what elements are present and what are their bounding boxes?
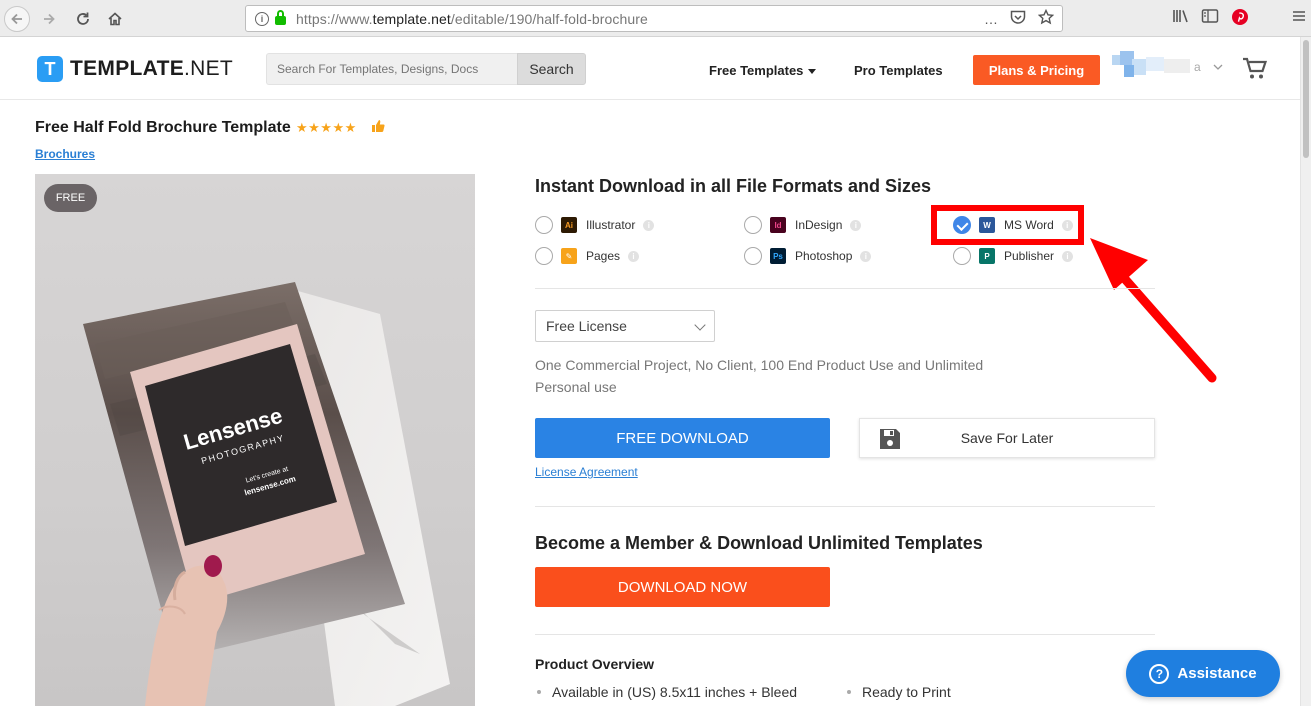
format-label: Publisher bbox=[1004, 249, 1055, 263]
download-now-button[interactable]: DOWNLOAD NOW bbox=[535, 567, 830, 607]
format-radio[interactable] bbox=[535, 216, 553, 234]
instant-download-heading: Instant Download in all File Formats and… bbox=[535, 176, 932, 196]
illustrator-icon: Ai bbox=[561, 217, 577, 233]
brochure-mockup-illustration: Lensense PHOTOGRAPHY Let's create at len… bbox=[83, 282, 450, 706]
info-icon[interactable]: i bbox=[1062, 250, 1074, 262]
license-selected-value: Free License bbox=[546, 318, 627, 334]
shopping-cart-icon[interactable] bbox=[1242, 57, 1268, 81]
format-option-illustrator[interactable]: Ai Illustrator i bbox=[535, 216, 655, 234]
user-account-menu[interactable]: a bbox=[1112, 51, 1204, 81]
search-button[interactable]: Search bbox=[517, 53, 586, 85]
divider bbox=[535, 506, 1155, 507]
assistance-button[interactable]: ? Assistance bbox=[1126, 650, 1280, 697]
divider bbox=[535, 634, 1155, 635]
logo-mark-icon: T bbox=[37, 56, 63, 82]
address-bar[interactable]: i https://www.template.net/editable/190/… bbox=[245, 5, 1063, 32]
url-text: https://www.template.net/editable/190/ha… bbox=[296, 10, 648, 27]
product-title: Free Half Fold Brochure Template bbox=[35, 119, 291, 136]
ms-word-highlight-annotation bbox=[931, 205, 1084, 245]
rating-stars: ★★★★★ bbox=[296, 120, 357, 135]
format-option-publisher[interactable]: P Publisher i bbox=[953, 247, 1074, 265]
assistance-label: Assistance bbox=[1177, 665, 1257, 682]
user-name: a bbox=[1194, 60, 1201, 74]
pages-icon: ✎ bbox=[561, 248, 577, 264]
site-info-icon[interactable]: i bbox=[255, 11, 269, 26]
home-icon[interactable] bbox=[102, 6, 128, 32]
format-option-pages[interactable]: ✎ Pages i bbox=[535, 247, 640, 265]
help-question-icon: ? bbox=[1149, 663, 1170, 684]
search-bar: Search bbox=[266, 53, 586, 85]
format-label: Photoshop bbox=[795, 249, 853, 263]
library-icon[interactable] bbox=[1172, 8, 1190, 27]
search-input[interactable] bbox=[266, 53, 517, 85]
user-menu-chevron-icon[interactable] bbox=[1213, 63, 1223, 74]
chevron-down-icon bbox=[808, 69, 817, 75]
license-dropdown[interactable]: Free License bbox=[535, 310, 715, 342]
free-download-button[interactable]: FREE DOWNLOAD bbox=[535, 418, 830, 458]
pocket-icon[interactable] bbox=[1010, 10, 1026, 28]
info-icon[interactable]: i bbox=[628, 250, 640, 262]
product-preview-image[interactable]: Lensense PHOTOGRAPHY Let's create at len… bbox=[35, 174, 475, 706]
info-icon[interactable]: i bbox=[850, 219, 862, 231]
nav-free-templates[interactable]: Free Templates bbox=[709, 63, 817, 78]
divider bbox=[535, 288, 1155, 289]
floppy-save-icon bbox=[878, 427, 902, 454]
nav-pro-templates[interactable]: Pro Templates bbox=[854, 63, 943, 78]
format-label: InDesign bbox=[795, 218, 843, 232]
thumbs-up-icon[interactable] bbox=[371, 119, 385, 136]
format-label: Illustrator bbox=[586, 218, 636, 232]
format-option-indesign[interactable]: Id InDesign i bbox=[744, 216, 862, 234]
overview-bullet: Available in (US) 8.5x11 inches + Bleed bbox=[537, 684, 797, 700]
page-scrollbar[interactable] bbox=[1300, 37, 1311, 706]
indesign-icon: Id bbox=[770, 217, 786, 233]
sidebar-icon[interactable] bbox=[1201, 8, 1219, 27]
category-brochures-link[interactable]: Brochures bbox=[35, 147, 95, 161]
save-for-later-button[interactable]: Save For Later bbox=[859, 418, 1155, 458]
browser-toolbar: i https://www.template.net/editable/190/… bbox=[0, 0, 1311, 37]
format-option-photoshop[interactable]: Ps Photoshop i bbox=[744, 247, 872, 265]
format-radio[interactable] bbox=[535, 247, 553, 265]
forward-arrow-icon[interactable] bbox=[36, 6, 62, 32]
format-radio[interactable] bbox=[744, 247, 762, 265]
format-label: Pages bbox=[586, 249, 621, 263]
info-icon[interactable]: i bbox=[860, 250, 872, 262]
plans-pricing-button[interactable]: Plans & Pricing bbox=[973, 55, 1100, 85]
format-radio[interactable] bbox=[953, 247, 971, 265]
template-net-logo[interactable]: T TEMPLATE.NET bbox=[37, 56, 233, 82]
membership-heading: Become a Member & Download Unlimited Tem… bbox=[535, 533, 983, 553]
save-for-later-label: Save For Later bbox=[960, 430, 1054, 446]
free-badge: FREE bbox=[44, 184, 97, 212]
scrollbar-thumb[interactable] bbox=[1303, 40, 1309, 158]
secure-lock-icon[interactable] bbox=[275, 10, 286, 25]
menu-hamburger-icon[interactable] bbox=[1291, 8, 1307, 27]
license-agreement-link[interactable]: License Agreement bbox=[535, 465, 638, 479]
page-actions-icon[interactable]: … bbox=[984, 11, 998, 27]
info-icon[interactable]: i bbox=[643, 219, 655, 231]
publisher-icon: P bbox=[979, 248, 995, 264]
format-radio[interactable] bbox=[744, 216, 762, 234]
overview-bullet: Ready to Print bbox=[847, 684, 951, 700]
reload-icon[interactable] bbox=[70, 6, 96, 32]
chevron-down-icon bbox=[694, 319, 706, 331]
site-header: T TEMPLATE.NET Search Free Templates Pro… bbox=[0, 37, 1300, 100]
photoshop-icon: Ps bbox=[770, 248, 786, 264]
product-overview-heading: Product Overview bbox=[535, 656, 655, 672]
license-description: One Commercial Project, No Client, 100 E… bbox=[535, 357, 984, 395]
logo-text: TEMPLATE.NET bbox=[70, 57, 234, 80]
back-arrow-icon[interactable] bbox=[4, 6, 30, 32]
bookmark-star-icon[interactable] bbox=[1037, 8, 1055, 28]
pinterest-icon[interactable] bbox=[1231, 8, 1249, 29]
red-arrow-annotation-icon bbox=[1090, 238, 1217, 383]
